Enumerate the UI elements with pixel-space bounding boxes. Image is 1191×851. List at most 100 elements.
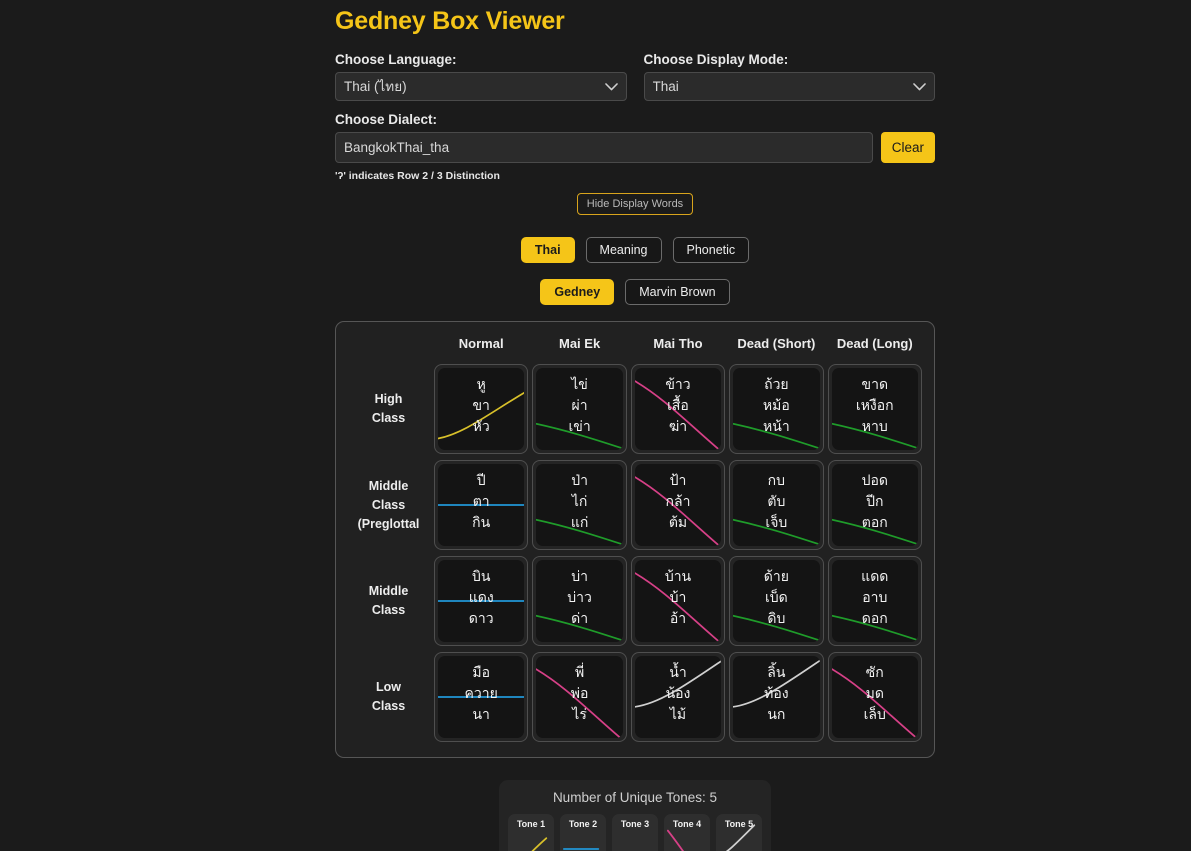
- system-toggle-gedney[interactable]: Gedney: [540, 279, 614, 305]
- cell-word: ตอก: [832, 513, 918, 534]
- grid-cell-container: ซักมดเล็บ: [826, 649, 924, 745]
- mode-toggle-phonetic[interactable]: Phonetic: [673, 237, 750, 263]
- gedney-cell[interactable]: แดดอาบดอก: [828, 556, 922, 646]
- gedney-cell-inner: พี่พ่อไร่: [536, 656, 622, 738]
- grid-cell-container: กบตับเจ็บ: [727, 457, 825, 553]
- grid-cell-container: บ่าบ่าวด่า: [530, 553, 628, 649]
- cell-word-list: ด้ายเบ็ดดิบ: [733, 560, 819, 630]
- tone-card-label: Tone 1: [508, 819, 554, 829]
- clear-button[interactable]: Clear: [881, 132, 935, 163]
- grid-cell-container: ป่าไก่แก่: [530, 457, 628, 553]
- cell-word: ปอด: [832, 471, 918, 492]
- gedney-cell-inner: น้ำน้องไม้: [635, 656, 721, 738]
- gedney-cell[interactable]: ปอดปีกตอก: [828, 460, 922, 550]
- tone-card-label: Tone 3: [612, 819, 658, 829]
- app-root: Gedney Box Viewer Choose Language: Thai …: [0, 0, 1191, 851]
- row-header-line: Class: [347, 409, 430, 428]
- tone-card-5: Tone 5: [716, 814, 762, 851]
- row-header-middle-class-preglottal: MiddleClass(Preglottal: [346, 457, 432, 553]
- gedney-cell[interactable]: ป้ากล้าต้ม: [631, 460, 725, 550]
- cell-word: แดง: [438, 588, 524, 609]
- tone-card-3: Tone 3: [612, 814, 658, 851]
- cell-word: กบ: [733, 471, 819, 492]
- dialect-row: Clear: [335, 132, 935, 163]
- mode-toggle-thai[interactable]: Thai: [521, 237, 575, 263]
- cell-word: ลิ้น: [733, 663, 819, 684]
- mode-toggle-meaning[interactable]: Meaning: [586, 237, 662, 263]
- grid-cell-container: ไข่ผ่าเข่า: [530, 361, 628, 457]
- gedney-grid-panel: NormalMai EkMai ThoDead (Short)Dead (Lon…: [335, 321, 935, 758]
- cell-word: หม้อ: [733, 396, 819, 417]
- cell-word-list: ข้าวเสื้อฆ่า: [635, 368, 721, 438]
- gedney-cell[interactable]: บ้านบ้าอ้า: [631, 556, 725, 646]
- gedney-cell-inner: บ่าบ่าวด่า: [536, 560, 622, 642]
- gedney-cell-inner: ปอดปีกตอก: [832, 464, 918, 546]
- gedney-cell[interactable]: น้ำน้องไม้: [631, 652, 725, 742]
- row-header-low-class: LowClass: [346, 649, 432, 745]
- grid-row: MiddleClass(Preglottalปีตากินป่าไก่แก่ป้…: [346, 457, 924, 553]
- cell-word: มด: [832, 684, 918, 705]
- dialect-input[interactable]: [335, 132, 873, 163]
- gedney-cell-inner: ป่าไก่แก่: [536, 464, 622, 546]
- cell-word: บ้าน: [635, 567, 721, 588]
- cell-word-list: พี่พ่อไร่: [536, 656, 622, 726]
- language-group: Choose Language: Thai (ไทย): [335, 52, 627, 101]
- cell-word: ไม้: [635, 705, 721, 726]
- cell-word: น้อง: [635, 684, 721, 705]
- gedney-cell[interactable]: ถ้วยหม้อหน้า: [729, 364, 823, 454]
- gedney-cell[interactable]: บ่าบ่าวด่า: [532, 556, 626, 646]
- grid-cell-container: ขาดเหงือกหาบ: [826, 361, 924, 457]
- cell-word: บ่าว: [536, 588, 622, 609]
- cell-word-list: น้ำน้องไม้: [635, 656, 721, 726]
- system-toggle-marvin-brown[interactable]: Marvin Brown: [625, 279, 729, 305]
- dialect-group: Choose Dialect: Clear 'ʔ' indicates Row …: [335, 112, 935, 183]
- gedney-cell-inner: ลิ้นท้องนก: [733, 656, 819, 738]
- gedney-cell[interactable]: ป่าไก่แก่: [532, 460, 626, 550]
- grid-row: HighClassหูขาหัวไข่ผ่าเข่าข้าวเสื้อฆ่าถ้…: [346, 361, 924, 457]
- language-select[interactable]: Thai (ไทย): [335, 72, 627, 101]
- gedney-cell[interactable]: ด้ายเบ็ดดิบ: [729, 556, 823, 646]
- cell-word-list: ซักมดเล็บ: [832, 656, 918, 726]
- gedney-cell[interactable]: มือควายนา: [434, 652, 528, 742]
- display-mode-label: Choose Display Mode:: [644, 52, 936, 68]
- gedney-cell[interactable]: ไข่ผ่าเข่า: [532, 364, 626, 454]
- dialect-label: Choose Dialect:: [335, 112, 935, 128]
- mode-toggle-group: Thai Meaning Phonetic: [335, 237, 935, 263]
- cell-word: ปี: [438, 471, 524, 492]
- gedney-cell[interactable]: ซักมดเล็บ: [828, 652, 922, 742]
- cell-word: กล้า: [635, 492, 721, 513]
- gedney-cell-inner: บินแดงดาว: [438, 560, 524, 642]
- grid-cell-container: มือควายนา: [432, 649, 530, 745]
- cell-word-list: ขาดเหงือกหาบ: [832, 368, 918, 438]
- distinction-note: 'ʔ' indicates Row 2 / 3 Distinction: [335, 170, 935, 183]
- hide-display-words-button[interactable]: Hide Display Words: [577, 193, 693, 215]
- tone-card-2: Tone 2: [560, 814, 606, 851]
- cell-word: พ่อ: [536, 684, 622, 705]
- gedney-cell[interactable]: ข้าวเสื้อฆ่า: [631, 364, 725, 454]
- cell-word-list: ปีตากิน: [438, 464, 524, 534]
- tone-card-4: Tone 4: [664, 814, 710, 851]
- display-mode-select-wrap: Thai: [644, 72, 936, 101]
- gedney-cell[interactable]: หูขาหัว: [434, 364, 528, 454]
- cell-word: ตา: [438, 492, 524, 513]
- cell-word-list: บ่าบ่าวด่า: [536, 560, 622, 630]
- grid-cell-container: ด้ายเบ็ดดิบ: [727, 553, 825, 649]
- gedney-cell-inner: หูขาหัว: [438, 368, 524, 450]
- gedney-cell[interactable]: ปีตากิน: [434, 460, 528, 550]
- row-header-line: Class: [347, 601, 430, 620]
- cell-word: ต้ม: [635, 513, 721, 534]
- cell-word: ป้า: [635, 471, 721, 492]
- gedney-cell[interactable]: พี่พ่อไร่: [532, 652, 626, 742]
- grid-cell-container: ป้ากล้าต้ม: [629, 457, 727, 553]
- gedney-cell[interactable]: กบตับเจ็บ: [729, 460, 823, 550]
- cell-word: ฆ่า: [635, 417, 721, 438]
- tone-card-list: Tone 1 Tone 2 Tone 3 Tone 4Tone 5: [508, 814, 762, 851]
- cell-word: ดาว: [438, 609, 524, 630]
- gedney-cell[interactable]: บินแดงดาว: [434, 556, 528, 646]
- gedney-cell-inner: ไข่ผ่าเข่า: [536, 368, 622, 450]
- gedney-cell[interactable]: ลิ้นท้องนก: [729, 652, 823, 742]
- display-mode-select[interactable]: Thai: [644, 72, 936, 101]
- gedney-cell[interactable]: ขาดเหงือกหาบ: [828, 364, 922, 454]
- selector-row: Choose Language: Thai (ไทย) Choose Displ…: [335, 52, 935, 101]
- cell-word: นก: [733, 705, 819, 726]
